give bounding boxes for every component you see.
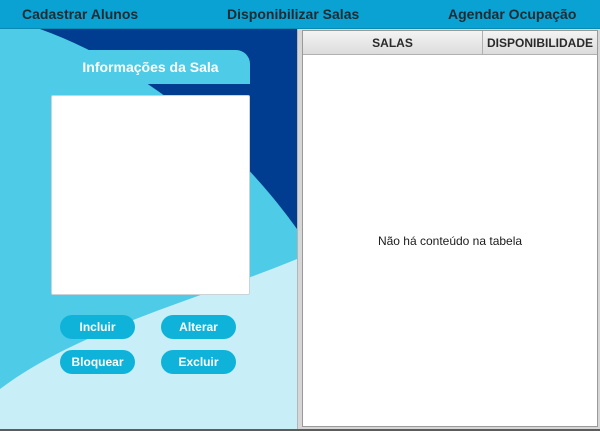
room-info-textarea[interactable]: [51, 95, 250, 295]
column-header-disponibilidade[interactable]: DISPONIBILIDADE: [483, 31, 597, 55]
menu-item-disponibilizar-salas[interactable]: Disponibilizar Salas: [227, 6, 359, 22]
alterar-button[interactable]: Alterar: [161, 315, 236, 339]
incluir-button[interactable]: Incluir: [60, 315, 135, 339]
menu-item-cadastrar-alunos[interactable]: Cadastrar Alunos: [22, 6, 138, 22]
menu-item-agendar-ocupacao[interactable]: Agendar Ocupação: [448, 6, 576, 22]
room-form-panel: Informações da Sala Incluir Alterar Bloq…: [0, 29, 297, 429]
menu-bar: Cadastrar Alunos Disponibilizar Salas Ag…: [0, 0, 600, 29]
table-header: SALAS DISPONIBILIDADE: [303, 31, 597, 55]
rooms-table: SALAS DISPONIBILIDADE Não há conteúdo na…: [302, 30, 598, 427]
column-header-salas[interactable]: SALAS: [303, 31, 483, 55]
excluir-button[interactable]: Excluir: [161, 350, 236, 374]
bloquear-button[interactable]: Bloquear: [60, 350, 135, 374]
room-info-title: Informações da Sala: [51, 50, 250, 84]
table-empty-message: Não há conteúdo na tabela: [377, 234, 523, 248]
